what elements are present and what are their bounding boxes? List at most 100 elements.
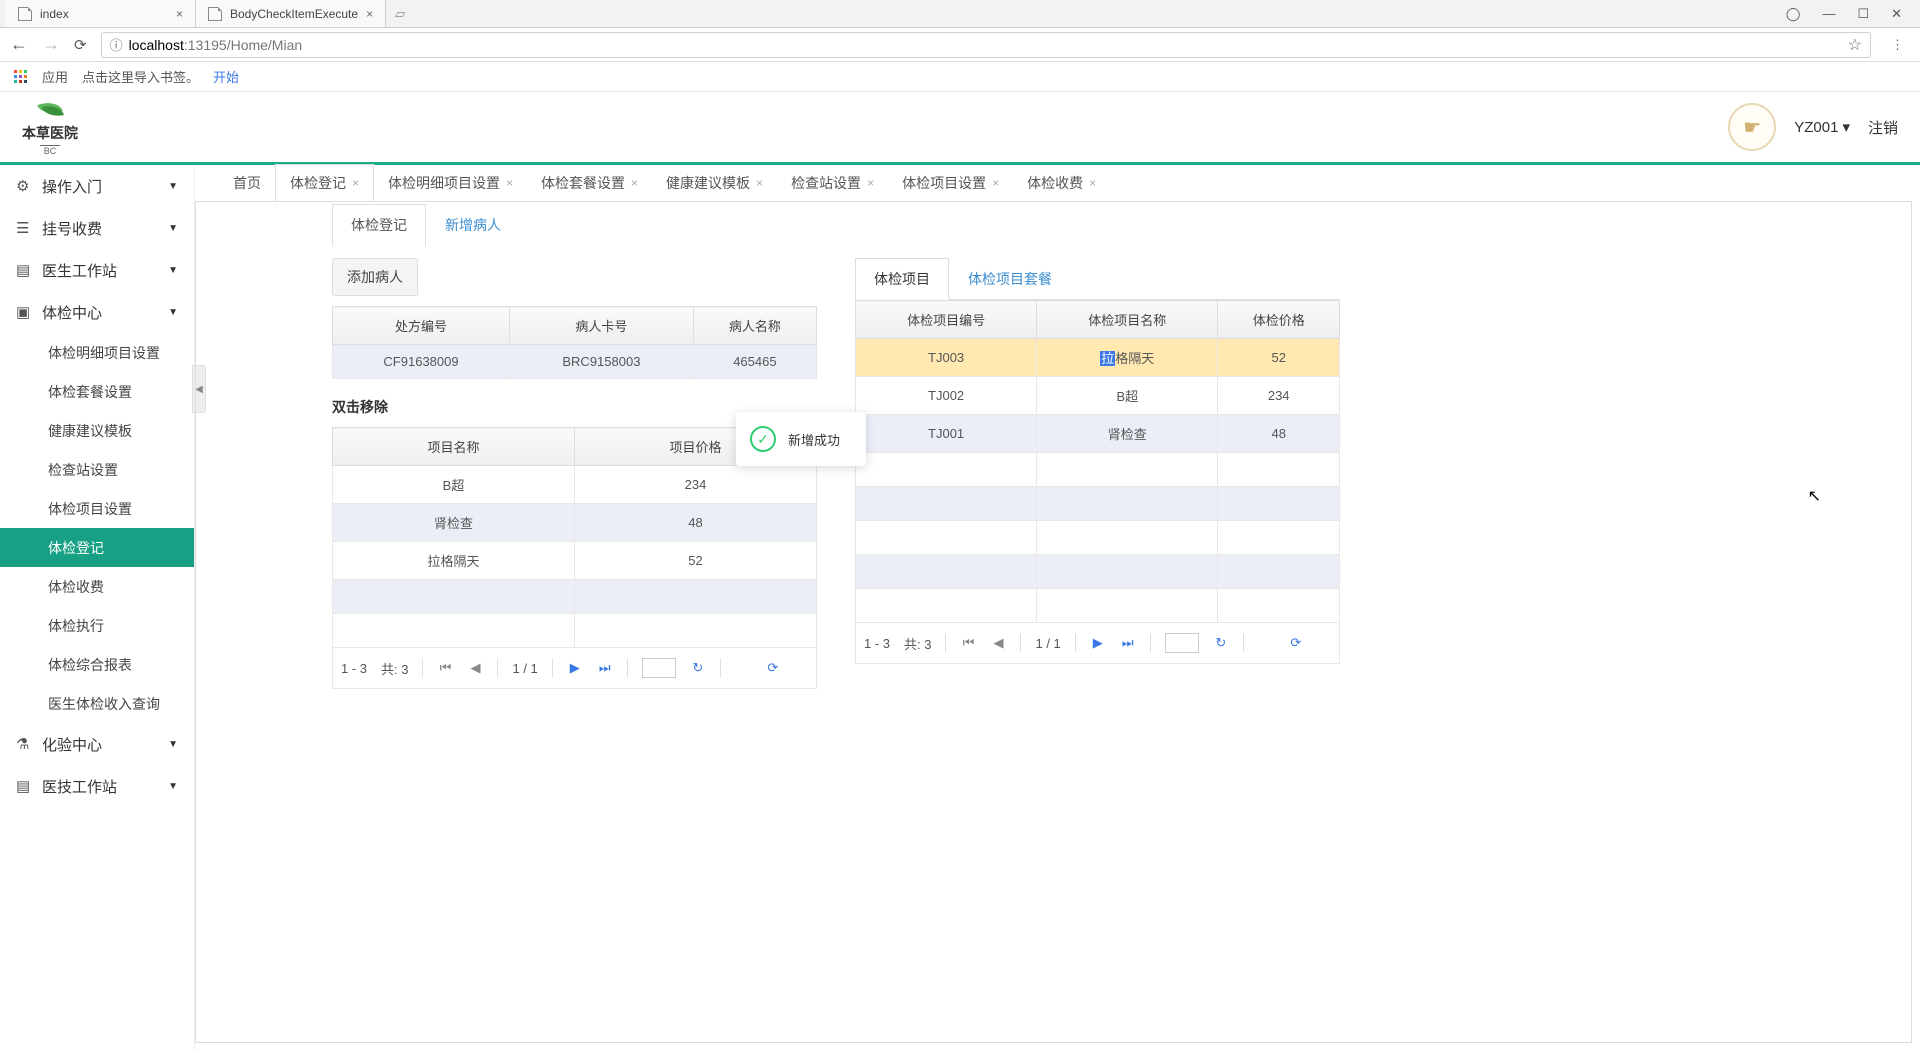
tab-title: BodyCheckItemExecute [230, 7, 358, 21]
right-pager: 1 - 3 共: 3 ⏮ ◀ 1 / 1 ▶ ⏭ ↻ [855, 623, 1340, 664]
sidebar-item[interactable]: 医生体检收入查询 [0, 684, 194, 723]
page-tab[interactable]: 体检明细项目设置× [374, 165, 527, 201]
hospital-sub: BC [40, 145, 61, 156]
close-tab-icon[interactable]: × [756, 176, 763, 190]
page-input[interactable] [1165, 633, 1199, 653]
sidebar-item[interactable]: 检查站设置 [0, 450, 194, 489]
cell: B超 [333, 466, 575, 504]
page-tab[interactable]: 体检套餐设置× [527, 165, 652, 201]
page-tab[interactable]: 体检项目设置× [888, 165, 1013, 201]
category-icon: ⚗ [16, 735, 32, 753]
next-page-icon[interactable]: ▶ [567, 660, 583, 676]
refresh-icon[interactable]: ⟳ [1288, 635, 1304, 651]
add-patient-button[interactable]: 添加病人 [332, 258, 418, 296]
go-page-icon[interactable]: ↻ [1213, 635, 1229, 651]
app-header: 本草医院 BC ☛ YZ001 ▾ 注销 [0, 92, 1920, 162]
page-tab[interactable]: 体检收费× [1013, 165, 1110, 201]
sidebar-item[interactable]: 体检综合报表 [0, 645, 194, 684]
last-page-icon[interactable]: ⏭ [597, 660, 613, 676]
table-row[interactable]: TJ003拉格隔天52 [856, 339, 1340, 377]
toast-message: 新增成功 [788, 430, 840, 449]
url-path: /Home/Mian [227, 37, 302, 53]
page-icon [18, 7, 32, 21]
table-row[interactable]: 肾检查48 [333, 504, 817, 542]
sidebar-cat[interactable]: ☰挂号收费▼ [0, 207, 194, 249]
inner-tab-new-patient[interactable]: 新增病人 [426, 204, 520, 246]
page-tab[interactable]: 体检登记× [275, 164, 374, 201]
category-label: 体检中心 [42, 302, 102, 323]
maximize-icon[interactable]: ☐ [1857, 6, 1869, 22]
url-port: :13195 [184, 37, 227, 53]
page-tab[interactable]: 检查站设置× [777, 165, 888, 201]
left-pager: 1 - 3 共: 3 ⏮ ◀ 1 / 1 ▶ ⏭ ↻ [332, 648, 817, 689]
th-code: 体检项目编号 [856, 301, 1037, 339]
close-window-icon[interactable]: ✕ [1891, 6, 1902, 22]
back-icon[interactable]: ← [10, 34, 28, 55]
sidebar-cat[interactable]: ▤医生工作站▼ [0, 249, 194, 291]
last-page-icon[interactable]: ⏭ [1120, 635, 1136, 651]
sidebar-item[interactable]: 体检项目设置 [0, 489, 194, 528]
table-row[interactable]: TJ002B超234 [856, 377, 1340, 415]
url-input[interactable]: ⓘ localhost:13195/Home/Mian ☆ [101, 32, 1871, 58]
browser-tab-1[interactable]: BodyCheckItemExecute × [196, 0, 386, 27]
sidebar-item[interactable]: 体检收费 [0, 567, 194, 606]
sidebar-item[interactable]: 体检登记 [0, 528, 194, 567]
page-tab[interactable]: 健康建议模板× [652, 165, 777, 201]
sidebar-cat[interactable]: ⚗化验中心▼ [0, 723, 194, 765]
avatar[interactable]: ☛ [1728, 103, 1776, 151]
close-icon[interactable]: × [366, 7, 373, 21]
bookmark-start[interactable]: 开始 [213, 67, 239, 86]
apps-label[interactable]: 应用 [42, 67, 68, 86]
close-tab-icon[interactable]: × [631, 176, 638, 190]
close-icon[interactable]: × [176, 7, 183, 21]
close-tab-icon[interactable]: × [992, 176, 999, 190]
window-controls: ◯ — ☐ ✕ [1768, 0, 1920, 27]
sidebar-item[interactable]: 体检套餐设置 [0, 372, 194, 411]
account-icon[interactable]: ◯ [1786, 6, 1801, 22]
category-icon: ▣ [16, 303, 32, 321]
prev-page-icon[interactable]: ◀ [467, 660, 483, 676]
apps-icon[interactable] [14, 70, 28, 84]
table-row[interactable]: 拉格隔天52 [333, 542, 817, 580]
sidebar-item[interactable]: 体检执行 [0, 606, 194, 645]
sidebar-cat[interactable]: ▤医技工作站▼ [0, 765, 194, 807]
sub-tab-items[interactable]: 体检项目 [855, 258, 949, 300]
sidebar-cat[interactable]: ⚙操作入门▼ [0, 165, 194, 207]
url-host: localhost [129, 37, 184, 53]
bookmark-star-icon[interactable]: ☆ [1848, 35, 1862, 55]
close-tab-icon[interactable]: × [867, 176, 874, 190]
cell: 48 [575, 504, 817, 542]
first-page-icon[interactable]: ⏮ [437, 660, 453, 676]
user-dropdown[interactable]: YZ001 ▾ [1794, 118, 1850, 136]
logout-link[interactable]: 注销 [1868, 117, 1898, 138]
sidebar-item[interactable]: 体检明细项目设置 [0, 333, 194, 372]
refresh-icon[interactable]: ⟳ [765, 660, 781, 676]
forward-icon[interactable]: → [42, 34, 60, 55]
browser-tab-0[interactable]: index × [6, 0, 196, 27]
table-row[interactable]: CF91638009 BRC9158003 465465 [333, 345, 817, 379]
leaf-icon [33, 99, 67, 121]
go-page-icon[interactable]: ↻ [690, 660, 706, 676]
table-row[interactable]: TJ001肾检查48 [856, 415, 1340, 453]
close-tab-icon[interactable]: × [1089, 176, 1096, 190]
close-tab-icon[interactable]: × [352, 176, 359, 190]
page-tab[interactable]: 首页 [219, 165, 275, 201]
category-label: 医技工作站 [42, 776, 117, 797]
close-tab-icon[interactable]: × [506, 176, 513, 190]
cell: BRC9158003 [510, 345, 694, 379]
new-tab-button[interactable]: ▱ [386, 0, 414, 27]
user-name: YZ001 [1794, 119, 1838, 136]
first-page-icon[interactable]: ⏮ [960, 635, 976, 651]
table-row[interactable]: B超234 [333, 466, 817, 504]
reload-icon[interactable]: ⟳ [74, 36, 87, 54]
sidebar-cat[interactable]: ▣体检中心▼ [0, 291, 194, 333]
next-page-icon[interactable]: ▶ [1090, 635, 1106, 651]
prev-page-icon[interactable]: ◀ [990, 635, 1006, 651]
sidebar-item[interactable]: 健康建议模板 [0, 411, 194, 450]
inner-tab-register[interactable]: 体检登记 [332, 204, 426, 246]
sub-tab-packages[interactable]: 体检项目套餐 [949, 258, 1071, 300]
kebab-icon[interactable]: ⋮ [1885, 37, 1910, 53]
page-input[interactable] [642, 658, 676, 678]
browser-tab-strip: index × BodyCheckItemExecute × ▱ [0, 0, 1768, 27]
minimize-icon[interactable]: — [1822, 6, 1835, 21]
